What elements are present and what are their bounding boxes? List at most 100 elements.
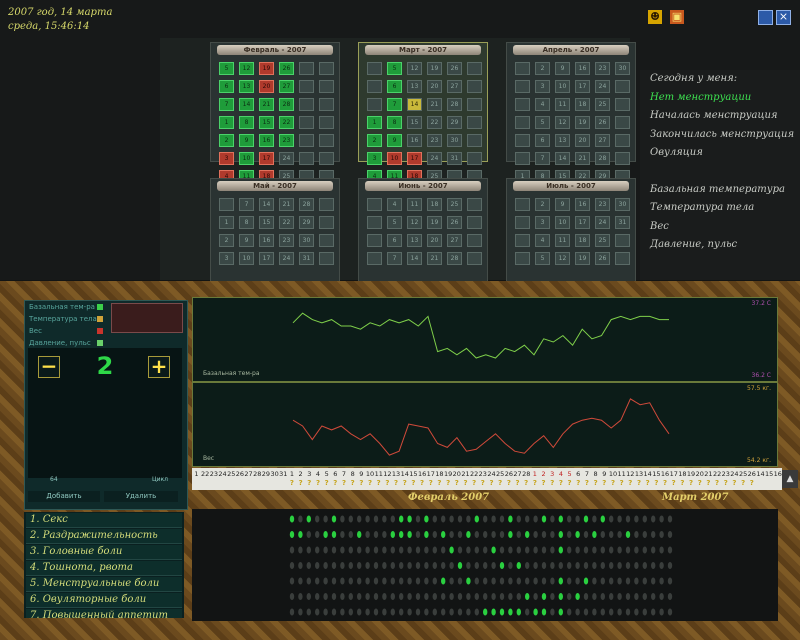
symptom-dot[interactable] <box>600 593 605 600</box>
day-cell[interactable]: 8 <box>239 216 254 229</box>
symptom-dot[interactable] <box>516 577 521 585</box>
day-cell[interactable] <box>515 134 530 147</box>
symptom-dot[interactable] <box>659 546 664 554</box>
day-cell[interactable] <box>467 252 482 265</box>
symptom-dot[interactable] <box>382 515 387 523</box>
day-cell[interactable]: 25 <box>595 98 610 111</box>
day-cell[interactable]: 21 <box>279 198 294 211</box>
symptom-dot[interactable] <box>289 577 295 585</box>
day-cell[interactable]: 2 <box>367 134 382 147</box>
day-cell[interactable]: 6 <box>535 134 550 147</box>
symptom-dot[interactable] <box>625 515 631 523</box>
day-cell[interactable]: 21 <box>575 152 590 165</box>
day-cell[interactable]: 20 <box>427 234 442 247</box>
symptom-dot[interactable] <box>659 608 664 616</box>
day-cell[interactable] <box>299 134 314 147</box>
symptom-dot[interactable] <box>642 593 647 600</box>
symptom-dot[interactable] <box>667 593 673 600</box>
symptom-dot[interactable] <box>508 608 513 616</box>
symptom-dot[interactable] <box>583 608 589 616</box>
symptom-dot[interactable] <box>348 593 353 600</box>
day-marker[interactable]: ? <box>348 479 357 487</box>
symptom-dot[interactable] <box>373 608 379 616</box>
day-cell[interactable] <box>515 252 530 265</box>
symptom-dot[interactable] <box>667 562 673 569</box>
symptom-dot[interactable] <box>533 515 538 523</box>
day-cell[interactable]: 27 <box>447 80 462 93</box>
day-cell[interactable]: 6 <box>219 80 234 93</box>
symptom-dot[interactable] <box>516 515 521 523</box>
day-marker[interactable]: ? <box>496 479 505 487</box>
symptom-dot[interactable] <box>541 593 547 600</box>
symptom-dot[interactable] <box>365 515 370 523</box>
symptom-dot[interactable] <box>525 531 530 538</box>
symptom-dot[interactable] <box>315 577 320 585</box>
symptom-dot[interactable] <box>667 608 673 616</box>
symptom-dot[interactable] <box>592 531 597 538</box>
symptom-dot[interactable] <box>474 515 479 523</box>
option-menstruation-ended[interactable]: Закончилась менструация <box>640 126 800 145</box>
symptom-dot[interactable] <box>382 608 387 616</box>
day-cell[interactable]: 13 <box>407 80 422 93</box>
symptom-dot[interactable] <box>340 562 345 569</box>
symptom-dot[interactable] <box>583 515 589 523</box>
day-cell[interactable]: 29 <box>447 116 462 129</box>
day-cell[interactable]: 7 <box>239 198 254 211</box>
day-cell[interactable]: 26 <box>595 252 610 265</box>
day-marker[interactable]: ? <box>600 479 609 487</box>
symptom-dot[interactable] <box>449 515 454 523</box>
day-marker[interactable]: ? <box>687 479 696 487</box>
day-marker[interactable]: ? <box>383 479 392 487</box>
symptom-dot[interactable] <box>466 515 471 523</box>
symptom-dot[interactable] <box>634 515 639 523</box>
day-cell[interactable] <box>319 80 334 93</box>
day-cell[interactable] <box>515 62 530 75</box>
symptom-dot[interactable] <box>298 562 303 569</box>
symptom-dot[interactable] <box>600 515 605 523</box>
symptom-dot[interactable] <box>432 515 437 523</box>
symptom-dot[interactable] <box>424 577 429 585</box>
day-cell[interactable]: 17 <box>259 152 274 165</box>
symptom-dot[interactable] <box>323 531 328 538</box>
day-cell[interactable]: 5 <box>535 252 550 265</box>
symptom-item[interactable]: 5. Менструальные боли <box>26 577 182 592</box>
symptom-dot[interactable] <box>289 531 295 538</box>
symptom-dot[interactable] <box>340 577 345 585</box>
day-cell[interactable]: 12 <box>555 116 570 129</box>
symptom-dot[interactable] <box>491 577 496 585</box>
symptom-dot[interactable] <box>474 531 479 538</box>
symptom-dot[interactable] <box>516 546 521 554</box>
symptom-item[interactable]: 1. Секс <box>26 513 182 528</box>
symptom-dot[interactable] <box>499 531 505 538</box>
day-marker[interactable]: ? <box>452 479 461 487</box>
day-cell[interactable]: 4 <box>535 98 550 111</box>
day-cell[interactable]: 20 <box>575 134 590 147</box>
symptom-dot[interactable] <box>525 546 530 554</box>
day-cell[interactable] <box>467 216 482 229</box>
symptom-dot[interactable] <box>449 593 454 600</box>
symptom-dot[interactable] <box>600 546 605 554</box>
symptom-dot[interactable] <box>533 593 538 600</box>
symptom-dot[interactable] <box>407 562 412 569</box>
day-cell[interactable]: 28 <box>299 198 314 211</box>
day-cell[interactable] <box>367 80 382 93</box>
symptom-dot[interactable] <box>474 562 479 569</box>
option-body-temp[interactable]: Температура тела <box>640 199 800 218</box>
option-weight[interactable]: Вес <box>640 218 800 237</box>
symptom-dot[interactable] <box>583 593 589 600</box>
symptom-dot[interactable] <box>651 531 656 538</box>
symptom-dot[interactable] <box>592 562 597 569</box>
symptom-dot[interactable] <box>331 593 337 600</box>
symptom-dot[interactable] <box>340 608 345 616</box>
day-marker[interactable]: ? <box>331 479 340 487</box>
symptom-dot[interactable] <box>306 531 311 538</box>
day-cell[interactable]: 10 <box>387 152 402 165</box>
day-cell[interactable]: 13 <box>555 134 570 147</box>
day-cell[interactable]: 15 <box>259 116 274 129</box>
symptom-dot[interactable] <box>289 562 295 569</box>
day-cell[interactable]: 18 <box>427 198 442 211</box>
symptom-dot[interactable] <box>407 546 412 554</box>
symptom-dot[interactable] <box>382 546 387 554</box>
day-cell[interactable] <box>615 80 630 93</box>
symptom-dot[interactable] <box>474 546 479 554</box>
